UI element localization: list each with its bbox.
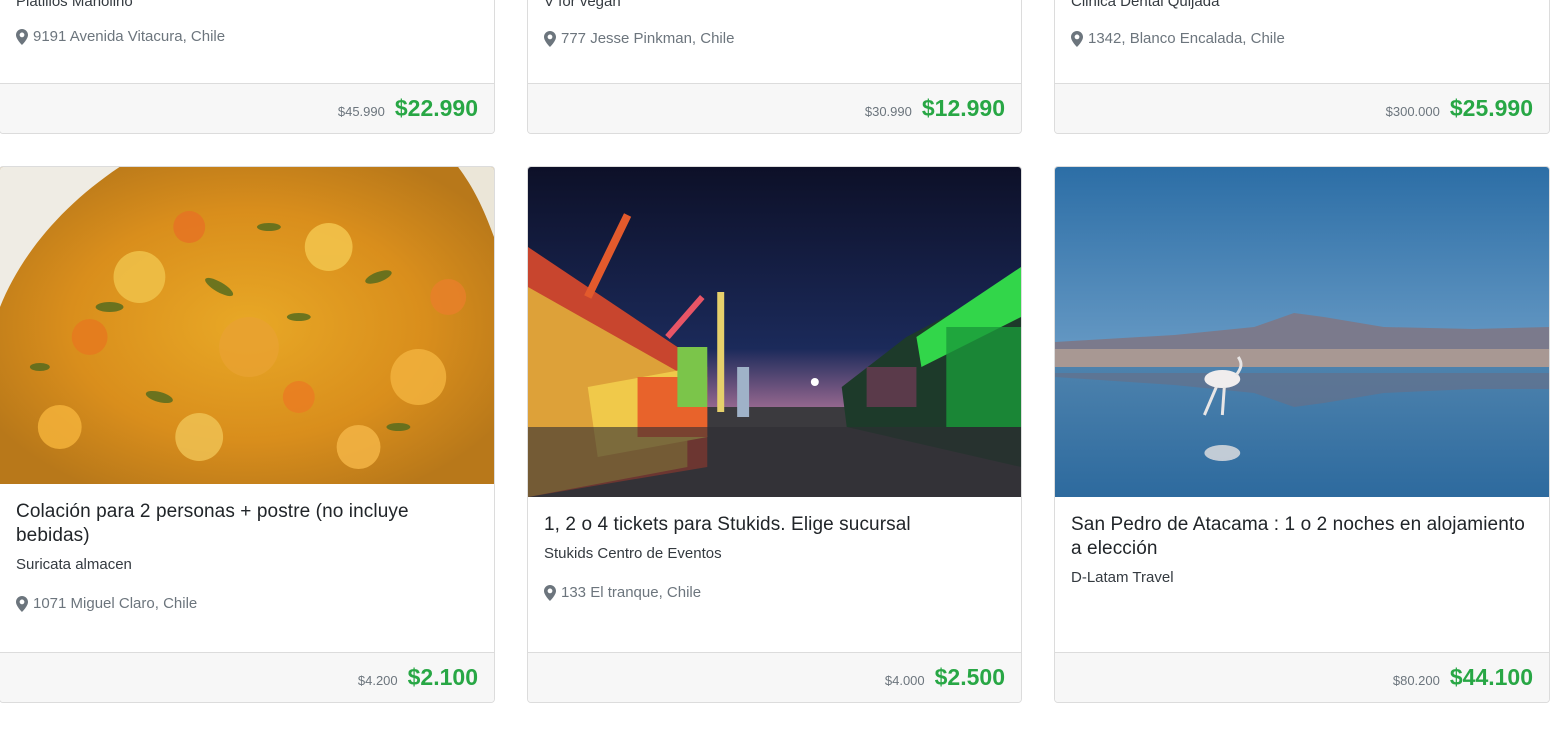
card-merchant: Suricata almacen (16, 556, 132, 573)
deal-price: $12.990 (921, 95, 1005, 121)
map-pin-icon (1071, 30, 1083, 47)
old-price: $30.990 (864, 103, 912, 119)
deal-price: $25.990 (1449, 95, 1533, 121)
food-photo[interactable] (0, 167, 494, 484)
card-merchant: D-Latam Travel (1071, 569, 1174, 586)
map-pin-icon (16, 595, 28, 612)
card-location: 777 Jesse Pinkman, Chile (544, 30, 1005, 47)
map-pin-icon (544, 584, 556, 601)
location-text: 9191 Avenida Vitacura, Chile (33, 28, 226, 45)
deal-card[interactable]: Colación para 2 personas + postre (no in… (0, 166, 495, 703)
map-pin-icon (544, 30, 556, 47)
card-location: 1071 Miguel Claro, Chile (16, 595, 478, 612)
card-title[interactable]: Colación para 2 personas + postre (no in… (16, 500, 478, 548)
deal-price: $2.100 (407, 664, 478, 690)
card-merchant: Clinica Dental Quijada (1071, 0, 1220, 10)
flamingo-photo[interactable] (1055, 167, 1549, 497)
deal-card[interactable]: Platillos Manolino 9191 Avenida Vitacura… (0, 0, 495, 134)
deal-card[interactable]: V for vegan 777 Jesse Pinkman, Chile $30… (527, 0, 1022, 134)
old-price: $300.000 (1385, 103, 1440, 119)
card-footer: $45.990 $22.990 (0, 83, 494, 133)
deal-price: $22.990 (394, 95, 478, 121)
card-location: 9191 Avenida Vitacura, Chile (16, 28, 478, 45)
deal-card[interactable]: Clinica Dental Quijada 1342, Blanco Enca… (1054, 0, 1550, 134)
map-pin-icon (16, 28, 28, 45)
card-merchant: V for vegan (544, 0, 621, 10)
old-price: $4.000 (884, 672, 925, 688)
location-text: 133 El tranque, Chile (561, 584, 702, 601)
deal-price: $44.100 (1449, 664, 1533, 690)
card-merchant: Platillos Manolino (16, 0, 133, 10)
location-text: 1071 Miguel Claro, Chile (33, 595, 198, 612)
old-price: $45.990 (337, 103, 385, 119)
card-footer: $30.990 $12.990 (528, 83, 1021, 133)
card-location: 133 El tranque, Chile (544, 584, 1005, 601)
old-price: $80.200 (1392, 672, 1440, 688)
card-footer: $4.200 $2.100 (0, 652, 494, 702)
card-footer: $4.000 $2.500 (528, 652, 1021, 702)
deal-price: $2.500 (934, 664, 1005, 690)
card-title[interactable]: San Pedro de Atacama : 1 o 2 noches en a… (1071, 513, 1533, 561)
card-title[interactable]: 1, 2 o 4 tickets para Stukids. Elige suc… (544, 513, 1005, 537)
card-footer: $80.200 $44.100 (1055, 652, 1549, 702)
card-footer: $300.000 $25.990 (1055, 83, 1549, 133)
location-text: 1342, Blanco Encalada, Chile (1088, 30, 1285, 47)
deal-card[interactable]: 1, 2 o 4 tickets para Stukids. Elige suc… (527, 166, 1022, 703)
fair-photo[interactable] (528, 167, 1021, 497)
deal-card[interactable]: San Pedro de Atacama : 1 o 2 noches en a… (1054, 166, 1550, 703)
location-text: 777 Jesse Pinkman, Chile (561, 30, 735, 47)
card-merchant: Stukids Centro de Eventos (544, 545, 722, 562)
card-location: 1342, Blanco Encalada, Chile (1071, 30, 1533, 47)
old-price: $4.200 (357, 672, 398, 688)
